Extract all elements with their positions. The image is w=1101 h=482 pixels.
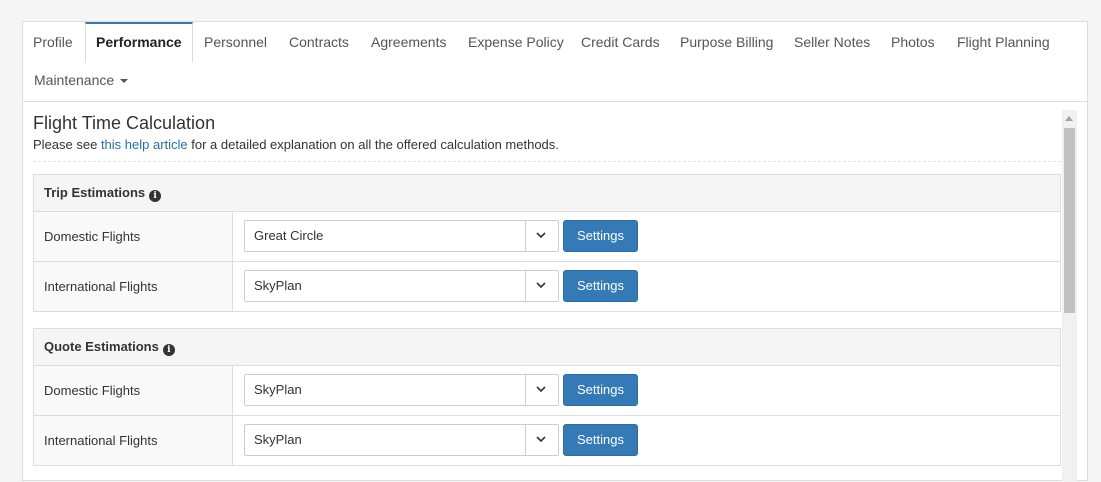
row-label: International Flights: [34, 416, 233, 465]
select-value: Great Circle: [254, 228, 324, 243]
tab-performance[interactable]: Performance: [85, 22, 193, 63]
divider: [33, 161, 1061, 162]
section-header: Quote Estimations i: [34, 329, 1060, 366]
help-article-link[interactable]: this help article: [101, 137, 188, 152]
description-prefix: Please see: [33, 137, 101, 152]
trip-estimations-section: Trip Estimations i Domestic Flights Great…: [33, 174, 1061, 312]
calculation-method-select[interactable]: SkyPlan: [244, 270, 559, 302]
section-header: Trip Estimations i: [34, 175, 1060, 212]
row-label: Domestic Flights: [34, 366, 233, 415]
settings-panel: Profile Performance Personnel Contracts …: [22, 21, 1088, 482]
chevron-down-icon: [525, 375, 558, 405]
settings-button[interactable]: Settings: [563, 270, 638, 302]
main-content: Flight Time Calculation Please see this …: [33, 110, 1061, 482]
tab-agreements[interactable]: Agreements: [371, 22, 446, 62]
page-description: Please see this help article for a detai…: [33, 137, 559, 152]
chevron-down-icon: [525, 425, 558, 455]
row-label: International Flights: [34, 262, 233, 311]
quote-estimations-section: Quote Estimations i Domestic Flights SkyP…: [33, 328, 1061, 466]
scrollbar-thumb[interactable]: [1064, 128, 1075, 313]
tab-personnel[interactable]: Personnel: [204, 22, 267, 62]
calculation-method-select[interactable]: SkyPlan: [244, 424, 559, 456]
scroll-up-arrow-icon[interactable]: [1065, 116, 1073, 121]
tab-purpose-billing[interactable]: Purpose Billing: [680, 22, 773, 62]
section-title: Trip Estimations: [44, 185, 146, 200]
select-value: SkyPlan: [254, 382, 302, 397]
tab-contracts[interactable]: Contracts: [289, 22, 349, 62]
tab-flight-planning[interactable]: Flight Planning: [957, 22, 1050, 62]
tab-profile[interactable]: Profile: [33, 22, 73, 62]
chevron-down-icon: [525, 271, 558, 301]
table-row: Domestic Flights Great Circle Settings: [34, 212, 1060, 262]
tab-maintenance-label: Maintenance: [34, 72, 115, 88]
page-title: Flight Time Calculation: [33, 113, 216, 133]
info-icon[interactable]: i: [149, 190, 162, 202]
section-title: Quote Estimations: [44, 339, 159, 354]
caret-down-icon: [120, 79, 129, 84]
calculation-method-select[interactable]: Great Circle: [244, 220, 559, 252]
vertical-scrollbar[interactable]: [1062, 110, 1077, 482]
settings-button[interactable]: Settings: [563, 374, 638, 406]
tab-maintenance-dropdown[interactable]: Maintenance: [34, 60, 129, 100]
tab-bar: Profile Performance Personnel Contracts …: [23, 22, 1087, 102]
select-value: SkyPlan: [254, 278, 302, 293]
chevron-down-icon: [525, 221, 558, 251]
tab-photos[interactable]: Photos: [891, 22, 935, 62]
row-label: Domestic Flights: [34, 212, 233, 261]
table-row: International Flights SkyPlan Settings: [34, 262, 1060, 311]
settings-button[interactable]: Settings: [563, 220, 638, 252]
tab-seller-notes[interactable]: Seller Notes: [794, 22, 870, 62]
info-icon[interactable]: i: [162, 344, 175, 356]
tab-expense-policy[interactable]: Expense Policy: [468, 22, 564, 62]
tab-credit-cards[interactable]: Credit Cards: [581, 22, 660, 62]
table-row: Domestic Flights SkyPlan Settings: [34, 366, 1060, 416]
table-row: International Flights SkyPlan Settings: [34, 416, 1060, 465]
select-value: SkyPlan: [254, 432, 302, 447]
settings-button[interactable]: Settings: [563, 424, 638, 456]
description-suffix: for a detailed explanation on all the of…: [187, 137, 559, 152]
calculation-method-select[interactable]: SkyPlan: [244, 374, 559, 406]
